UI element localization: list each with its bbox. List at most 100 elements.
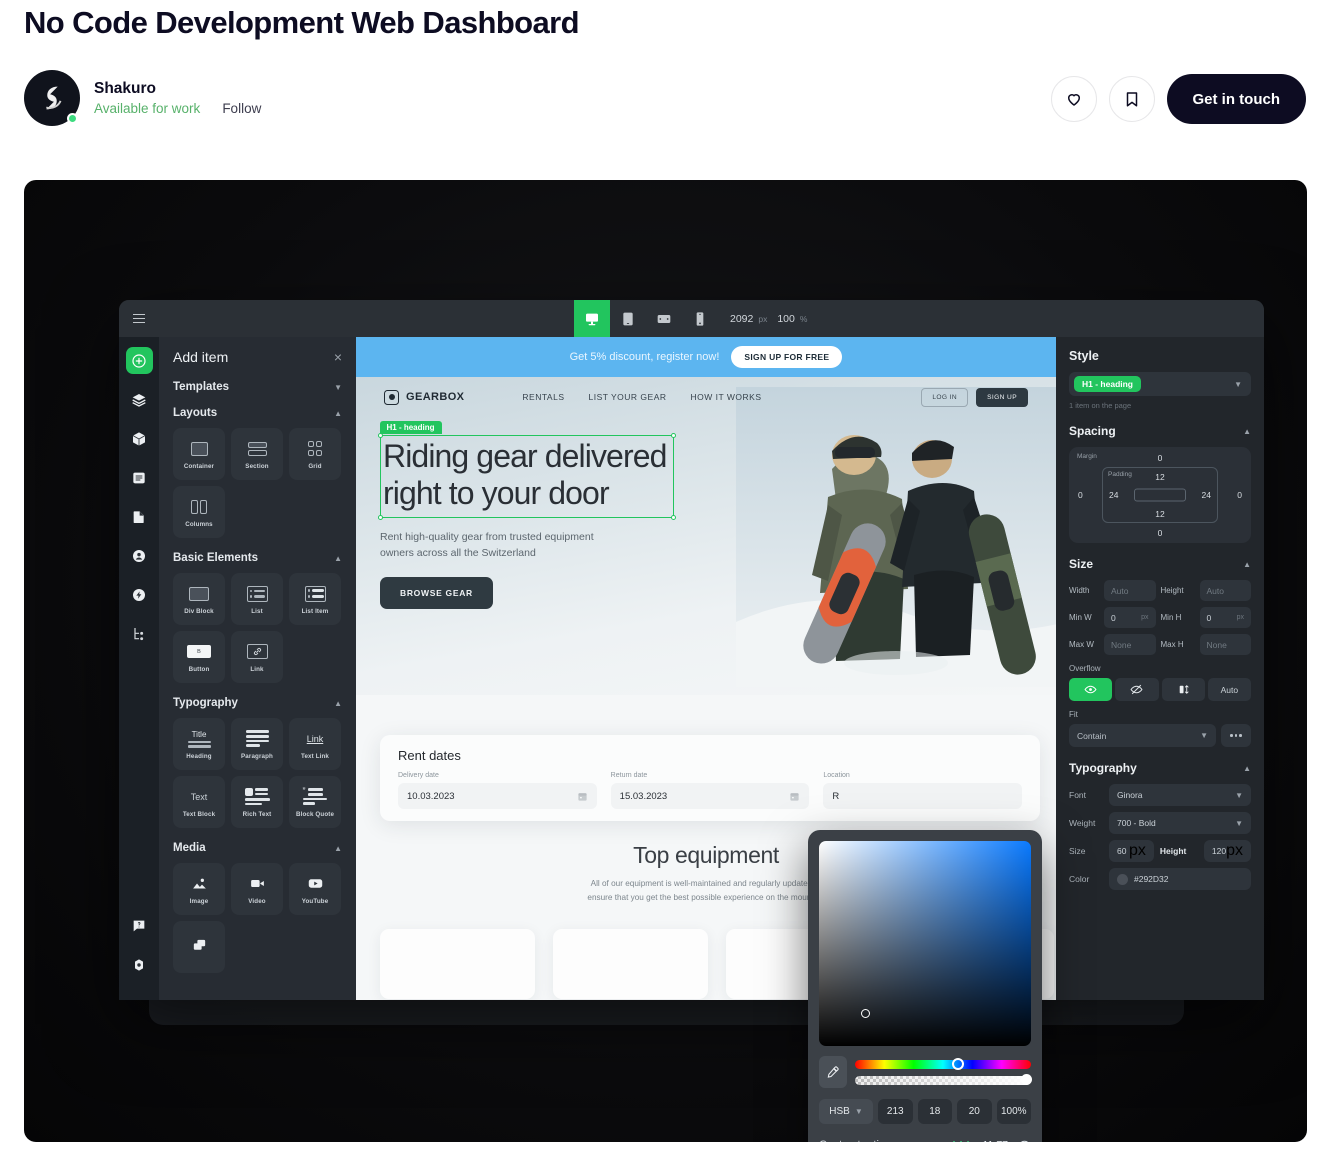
overflow-auto-button[interactable]: Auto <box>1207 678 1251 701</box>
height-input[interactable]: Auto <box>1199 580 1251 601</box>
margin-right-value[interactable]: 0 <box>1237 490 1242 500</box>
alpha-slider[interactable] <box>855 1074 1032 1085</box>
color-channel-s[interactable]: 18 <box>917 1099 952 1124</box>
rail-item-settings[interactable] <box>126 951 153 978</box>
color-channel-b[interactable]: 20 <box>957 1099 992 1124</box>
login-button[interactable]: LOG IN <box>921 387 969 407</box>
tile-section[interactable]: Section <box>231 428 283 480</box>
color-channel-alpha[interactable]: 100% <box>996 1099 1031 1124</box>
resize-handle[interactable] <box>670 514 676 520</box>
author-name[interactable]: Shakuro <box>94 80 261 98</box>
spacing-section-header[interactable]: Spacing ▲ <box>1069 424 1251 438</box>
max-height-input[interactable]: None <box>1199 634 1251 655</box>
min-height-input[interactable]: 0 px <box>1199 607 1251 628</box>
weight-select[interactable]: 700 - Bold ▼ <box>1109 812 1251 834</box>
font-size-input[interactable]: 60 px <box>1109 840 1154 862</box>
tile-text-link[interactable]: Link Text Link <box>289 718 341 770</box>
tile-grid[interactable]: Grid <box>289 428 341 480</box>
tile-list[interactable]: List <box>231 573 283 625</box>
section-basic-elements[interactable]: Basic Elements ▲ <box>173 552 342 564</box>
rail-item-components[interactable] <box>126 425 153 452</box>
save-button[interactable] <box>1108 76 1155 122</box>
avatar[interactable] <box>24 70 80 126</box>
selected-heading-wrapper[interactable]: H1 - heading Riding gear delivered right… <box>378 421 676 520</box>
overflow-scroll-button[interactable] <box>1161 678 1205 701</box>
section-typography[interactable]: Typography ▲ <box>173 697 342 709</box>
max-width-input[interactable]: None <box>1104 634 1156 655</box>
margin-left-value[interactable]: 0 <box>1078 490 1083 500</box>
location-input[interactable]: R <box>823 783 1023 809</box>
device-desktop-button[interactable] <box>574 300 610 337</box>
rail-item-assets[interactable] <box>126 503 153 530</box>
follow-button[interactable]: Follow <box>222 101 261 116</box>
rail-item-add[interactable] <box>125 347 153 374</box>
color-swatch[interactable] <box>1117 873 1128 885</box>
like-button[interactable] <box>1050 76 1097 122</box>
nav-link-how-it-works[interactable]: HOW IT WORKS <box>691 392 762 402</box>
tile-button[interactable]: B Button <box>173 631 225 683</box>
site-brand[interactable]: GEARBOX <box>384 389 464 405</box>
resize-handle[interactable] <box>670 433 676 438</box>
section-media[interactable]: Media ▲ <box>173 842 342 854</box>
color-field[interactable]: #292D32 <box>1109 868 1251 890</box>
tile-columns[interactable]: Columns <box>173 486 225 538</box>
close-icon[interactable]: × <box>334 350 342 364</box>
tile-container[interactable]: Container <box>173 428 225 480</box>
signup-button[interactable]: SIGN UP <box>976 387 1028 407</box>
fit-select[interactable]: Contain ▼ <box>1069 724 1216 747</box>
tile-list-item[interactable]: List Item <box>289 573 341 625</box>
tile-rich-text[interactable]: Rich Text <box>231 776 283 828</box>
equipment-card[interactable] <box>553 929 708 999</box>
nav-link-list-your-gear[interactable]: LIST YOUR GEAR <box>589 392 667 402</box>
typography-section-header[interactable]: Typography ▲ <box>1069 761 1251 775</box>
saturation-value-area[interactable] <box>819 841 1031 1046</box>
tile-heading[interactable]: Title Heading <box>173 718 225 770</box>
eye-icon[interactable] <box>1018 1138 1031 1142</box>
rail-item-interactions[interactable] <box>126 581 153 608</box>
section-layouts[interactable]: Layouts ▲ <box>173 407 342 419</box>
resize-handle[interactable] <box>378 433 383 438</box>
rail-item-sitemap[interactable] <box>126 620 153 647</box>
sv-knob[interactable] <box>861 1009 870 1018</box>
tile-div-block[interactable]: Div Block <box>173 573 225 625</box>
rail-item-layers[interactable] <box>126 386 153 413</box>
nav-link-rentals[interactable]: RENTALS <box>522 392 564 402</box>
overflow-visible-button[interactable] <box>1069 678 1113 701</box>
alpha-knob[interactable] <box>1021 1074 1032 1085</box>
device-mobile-button[interactable] <box>682 300 718 337</box>
padding-top-value[interactable]: 12 <box>1155 472 1164 482</box>
margin-top-value[interactable]: 0 <box>1158 453 1163 463</box>
hamburger-icon[interactable] <box>133 313 145 324</box>
size-section-header[interactable]: Size ▲ <box>1069 557 1251 571</box>
device-tablet-landscape-button[interactable] <box>646 300 682 337</box>
get-in-touch-button[interactable]: Get in touch <box>1166 74 1306 124</box>
promo-signup-button[interactable]: SIGN UP FOR FREE <box>731 346 843 368</box>
equipment-card[interactable] <box>380 929 535 999</box>
hue-slider[interactable] <box>855 1057 1031 1070</box>
rail-item-pages[interactable] <box>126 464 153 491</box>
line-height-input[interactable]: 120 px <box>1203 840 1251 862</box>
resize-handle[interactable] <box>378 514 383 520</box>
overflow-hidden-button[interactable] <box>1115 678 1159 701</box>
color-channel-h[interactable]: 213 <box>878 1099 913 1124</box>
delivery-date-input[interactable]: 10.03.2023 <box>398 783 597 809</box>
tile-link[interactable]: Link <box>231 631 283 683</box>
more-options-icon[interactable] <box>1221 724 1251 747</box>
device-tablet-portrait-button[interactable] <box>610 300 646 337</box>
tile-image[interactable]: Image <box>173 863 225 915</box>
padding-left-value[interactable]: 24 <box>1109 490 1118 500</box>
padding-bottom-value[interactable]: 12 <box>1155 509 1164 519</box>
tile-text-block[interactable]: Text Text Block <box>173 776 225 828</box>
tile-video[interactable]: Video <box>231 863 283 915</box>
tile-youtube[interactable]: YouTube <box>289 863 341 915</box>
width-input[interactable]: Auto <box>1104 580 1156 601</box>
rail-item-users[interactable] <box>126 542 153 569</box>
box-model[interactable]: Margin 0 0 0 0 Padding 12 12 24 24 <box>1069 447 1251 543</box>
browse-gear-button[interactable]: BROWSE GEAR <box>380 577 493 610</box>
padding-right-value[interactable]: 24 <box>1202 490 1211 500</box>
tile-block-quote[interactable]: ” Block Quote <box>289 776 341 828</box>
margin-bottom-value[interactable]: 0 <box>1158 528 1163 538</box>
font-select[interactable]: Ginora ▼ <box>1109 784 1251 806</box>
return-date-input[interactable]: 15.03.2023 <box>610 783 810 809</box>
hue-knob[interactable] <box>951 1057 964 1070</box>
